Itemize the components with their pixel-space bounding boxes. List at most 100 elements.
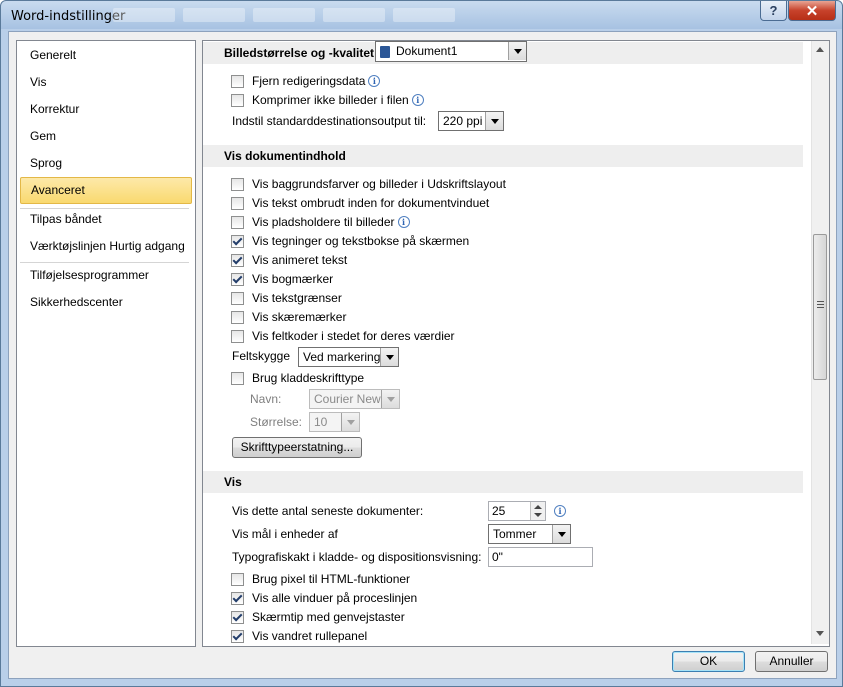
checkbox-check-icon[interactable]: [231, 591, 244, 605]
content-option-0[interactable]: Vis baggrundsfarver og billeder i Udskri…: [231, 175, 506, 193]
checkbox-check-icon[interactable]: [231, 234, 244, 248]
checkbox[interactable]: [231, 177, 244, 191]
checkbox[interactable]: [231, 215, 244, 229]
option-label: Vis baggrundsfarver og billeder i Udskri…: [252, 177, 506, 191]
background-ribbon-tabs: [113, 8, 455, 22]
option-label: Vis feltkoder i stedet for deres værdier: [252, 329, 455, 343]
option-label: Skærmtip med genvejstaster: [252, 610, 405, 624]
field-shading-value: Ved markering: [303, 350, 381, 364]
field-shading-label: Feltskygge: [232, 349, 291, 363]
display-option-2[interactable]: Skærmtip med genvejstaster: [231, 608, 405, 626]
option-label: Vis bogmærker: [252, 272, 334, 286]
dialog-client: Generelt Vis Korrektur Gem Sprog Avancer…: [8, 31, 837, 679]
content-option-5[interactable]: Vis bogmærker: [231, 270, 333, 288]
option-label: Fjern redigeringsdata: [252, 74, 366, 88]
info-icon: i: [554, 505, 566, 517]
checkbox[interactable]: [231, 93, 244, 107]
nav-item-korrektur[interactable]: Korrektur: [20, 97, 192, 122]
recent-docs-spinner[interactable]: 25: [488, 501, 546, 521]
close-button[interactable]: ✕: [788, 1, 836, 21]
option-label: Brug kladdeskrifttype: [252, 371, 365, 385]
option-kladdeskrifttype[interactable]: Brug kladdeskrifttype: [231, 369, 364, 387]
document-select-value: Dokument1: [396, 44, 458, 58]
nav-item-hurtig-adgang[interactable]: Værktøjslinjen Hurtig adgang: [20, 234, 192, 259]
content-option-3[interactable]: Vis tegninger og tekstbokse på skærmen: [231, 232, 469, 250]
option-fjern-redigeringsdata[interactable]: Fjern redigeringsdata i: [231, 72, 381, 90]
content-option-4[interactable]: Vis animeret tekst: [231, 251, 347, 269]
default-output-select[interactable]: 220 ppi: [438, 111, 504, 131]
checkbox-check-icon[interactable]: [231, 272, 244, 286]
content-option-1[interactable]: Vis tekst ombrudt inden for dokumentvind…: [231, 194, 489, 212]
font-name-label: Navn:: [250, 392, 282, 406]
ghost-tab: [323, 8, 385, 22]
nav-item-sikkerhedscenter[interactable]: Sikkerhedscenter: [20, 290, 192, 315]
font-size-label: Størrelse:: [250, 415, 303, 429]
checkbox[interactable]: [231, 310, 244, 324]
font-name-value: Courier New: [314, 392, 381, 406]
nav-item-generelt[interactable]: Generelt: [20, 43, 192, 68]
checkbox[interactable]: [231, 74, 244, 88]
checkbox[interactable]: [231, 371, 244, 385]
ghost-tab: [113, 8, 175, 22]
font-size-select[interactable]: 10: [309, 412, 360, 432]
cancel-button[interactable]: Annuller: [755, 651, 828, 672]
style-area-input[interactable]: 0": [488, 547, 593, 567]
dropdown-arrow-icon[interactable]: [341, 413, 359, 431]
dropdown-arrow-icon[interactable]: [381, 390, 399, 408]
checkbox[interactable]: [231, 329, 244, 343]
nav-item-gem[interactable]: Gem: [20, 124, 192, 149]
scroll-thumb[interactable]: [813, 234, 827, 380]
document-select[interactable]: Dokument1: [375, 41, 527, 62]
dropdown-arrow-icon[interactable]: [380, 348, 398, 366]
nav-item-sprog[interactable]: Sprog: [20, 151, 192, 176]
nav-item-avanceret[interactable]: Avanceret: [20, 177, 192, 204]
spinner-icon[interactable]: [530, 502, 545, 520]
content-option-8[interactable]: Vis feltkoder i stedet for deres værdier: [231, 327, 455, 345]
recent-docs-value: 25: [492, 504, 506, 518]
display-option-1[interactable]: Vis alle vinduer på proceslinjen: [231, 589, 417, 607]
display-option-3[interactable]: Vis vandret rullepanel: [231, 627, 367, 645]
dropdown-arrow-icon[interactable]: [485, 112, 503, 130]
field-shading-select[interactable]: Ved markering: [298, 347, 399, 367]
dropdown-arrow-icon[interactable]: [508, 42, 526, 60]
option-label: Vis tegninger og tekstbokse på skærmen: [252, 234, 470, 248]
option-label: Vis alle vinduer på proceslinjen: [252, 591, 418, 605]
checkbox[interactable]: [231, 196, 244, 210]
checkbox-check-icon[interactable]: [231, 629, 244, 643]
checkbox-check-icon[interactable]: [231, 253, 244, 267]
option-label: Vis animeret tekst: [252, 253, 348, 267]
checkbox-check-icon[interactable]: [231, 610, 244, 624]
info-icon: i: [411, 94, 424, 106]
units-select[interactable]: Tommer: [488, 524, 571, 544]
advanced-options-panel: Billedstørrelse og -kvalitet Dokument1 F…: [202, 40, 830, 647]
display-option-0[interactable]: Brug pixel til HTML-funktioner: [231, 570, 410, 588]
content-option-6[interactable]: Vis tekstgrænser: [231, 289, 342, 307]
option-komprimer-ikke[interactable]: Komprimer ikke billeder i filen i: [231, 91, 424, 109]
dropdown-arrow-icon[interactable]: [552, 525, 570, 543]
section-title: Vis: [224, 475, 242, 489]
content-option-2[interactable]: Vis pladsholdere til billeder i: [231, 213, 410, 231]
nav-item-tilpas-baandet[interactable]: Tilpas båndet: [20, 207, 192, 232]
help-button[interactable]: ?: [760, 1, 787, 21]
nav-item-vis[interactable]: Vis: [20, 70, 192, 95]
help-icon: ?: [769, 3, 778, 18]
units-label: Vis mål i enheder af: [232, 527, 338, 541]
content-option-7[interactable]: Vis skæremærker: [231, 308, 346, 326]
ok-button[interactable]: OK: [672, 651, 745, 672]
recent-docs-label: Vis dette antal seneste dokumenter:: [232, 504, 424, 518]
checkbox[interactable]: [231, 572, 244, 586]
scroll-up-icon[interactable]: [816, 47, 824, 52]
nav-item-tilfoejelsesprogrammer[interactable]: Tilføjelsesprogrammer: [20, 263, 192, 288]
option-label: Vis skæremærker: [252, 310, 347, 324]
scroll-down-icon[interactable]: [816, 631, 824, 636]
font-name-select[interactable]: Courier New: [309, 389, 400, 409]
document-icon: [380, 45, 390, 58]
option-label: Vis tekst ombrudt inden for dokumentvind…: [252, 196, 490, 210]
style-area-label: Typografiskakt i kladde- og dispositions…: [232, 550, 482, 564]
title-bar[interactable]: Word-indstillinger ? ✕: [1, 1, 842, 31]
font-substitution-button[interactable]: Skrifttypeerstatning...: [232, 437, 362, 458]
checkbox[interactable]: [231, 291, 244, 305]
options-window: Word-indstillinger ? ✕ Generelt Vis Korr…: [0, 0, 843, 687]
section-title: Billedstørrelse og -kvalitet: [224, 46, 375, 60]
options-scrollbar[interactable]: [811, 41, 829, 644]
